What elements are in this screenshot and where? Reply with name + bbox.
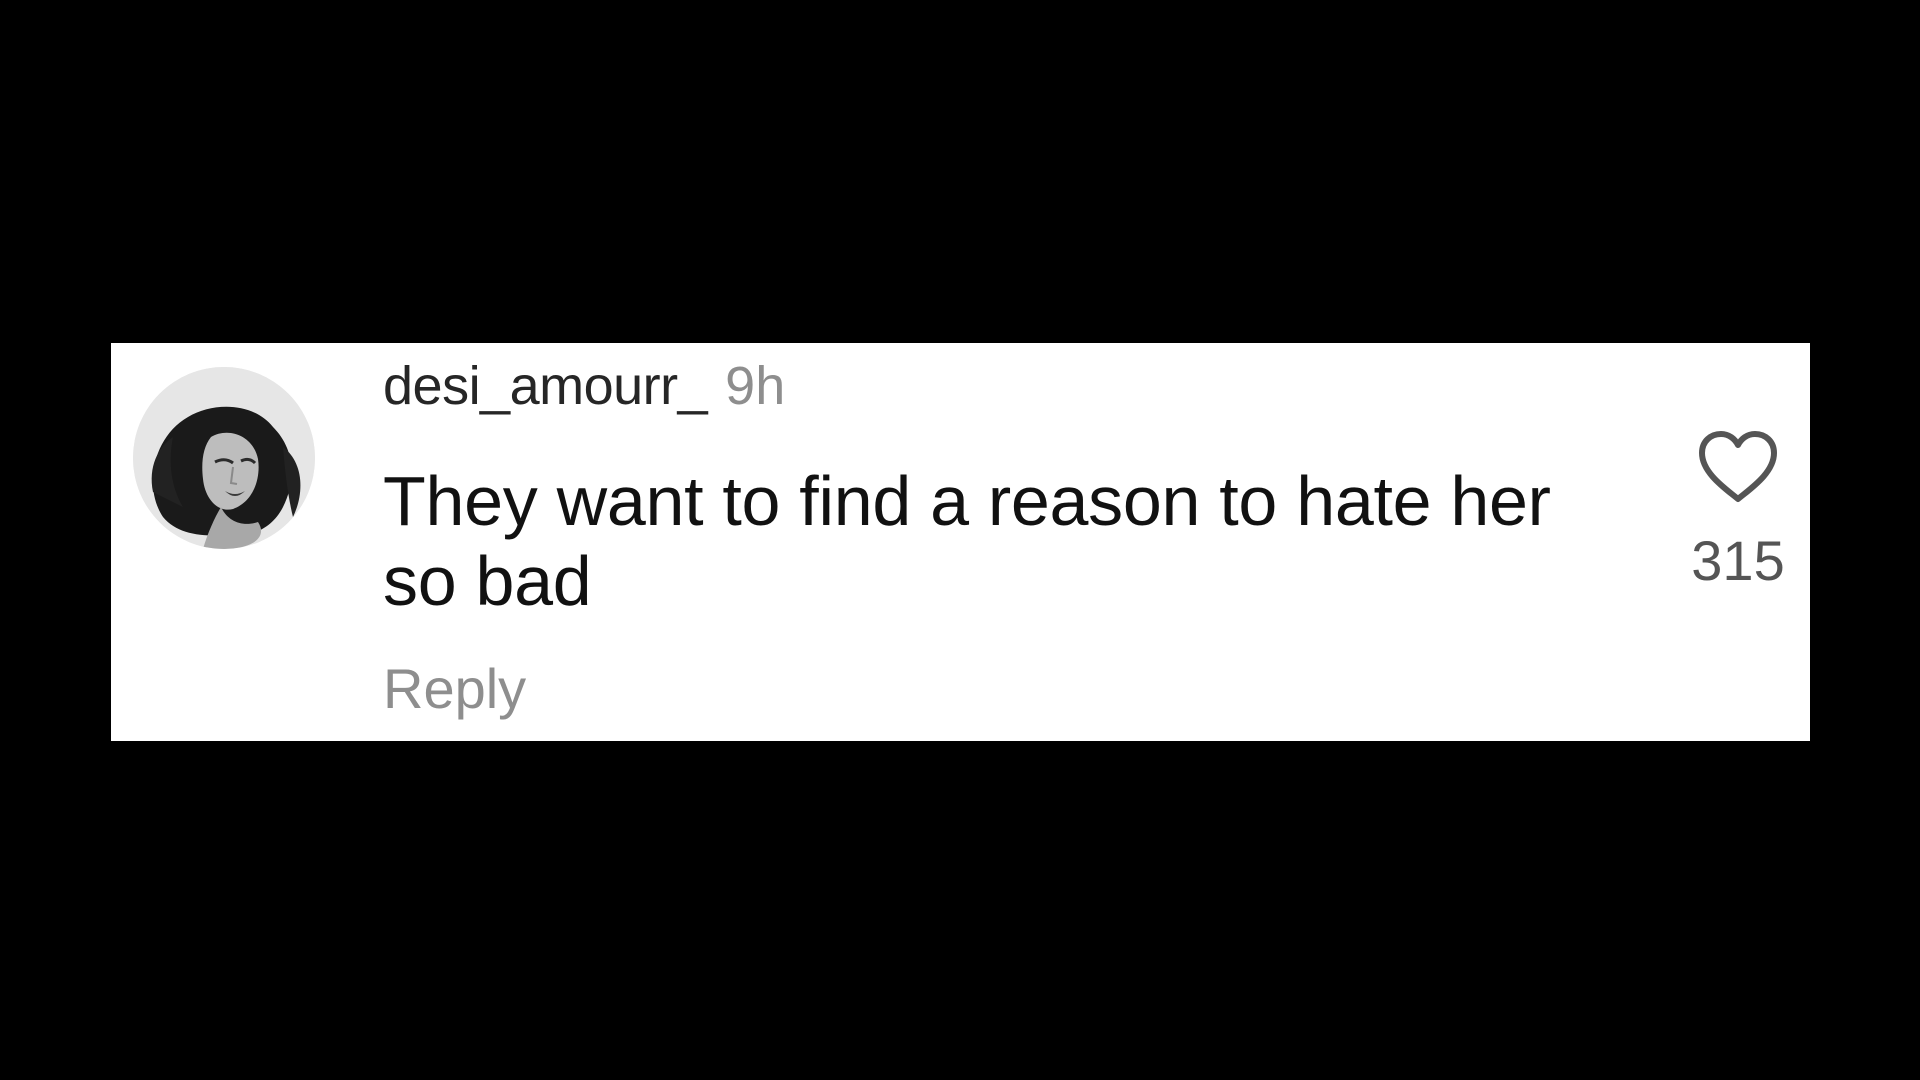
timestamp: 9h <box>725 356 786 416</box>
screenshot-stage: desi_amourr_ 9h They want to find a reaso… <box>0 0 1920 1080</box>
heart-outline-icon[interactable] <box>1696 429 1780 505</box>
like-count: 315 <box>1691 529 1785 592</box>
avatar[interactable] <box>133 367 315 549</box>
username[interactable]: desi_amourr_ <box>383 356 708 416</box>
comment-text: They want to find a reason to hate her s… <box>383 462 1551 620</box>
profile-photo-icon <box>133 367 315 549</box>
comment-card: desi_amourr_ 9h They want to find a reaso… <box>111 343 1810 741</box>
like-column: 315 <box>1681 429 1795 589</box>
comment-meta: desi_amourr_ 9h <box>383 359 785 413</box>
reply-button[interactable]: Reply <box>383 661 526 717</box>
